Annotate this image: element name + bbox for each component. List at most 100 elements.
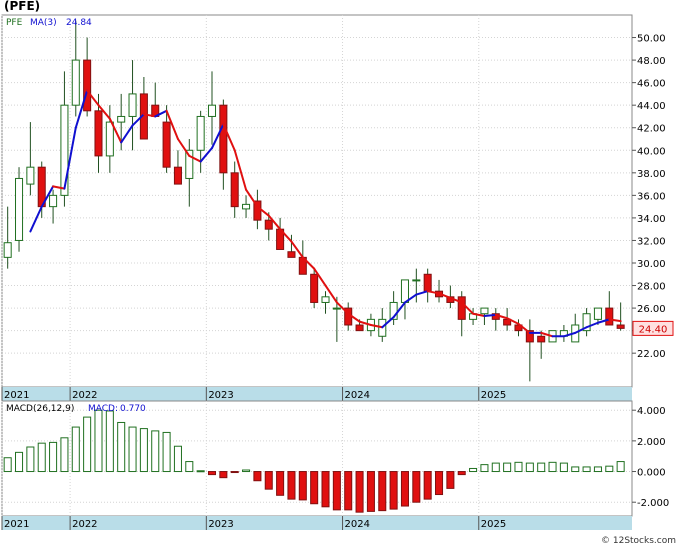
candle-body bbox=[332, 307, 341, 310]
macd-bar bbox=[321, 471, 330, 508]
macd-bar bbox=[378, 471, 387, 512]
candle-body bbox=[593, 307, 602, 320]
watermark: © 12Stocks.com bbox=[601, 536, 676, 546]
macd-bar bbox=[344, 471, 353, 511]
candle-body bbox=[71, 59, 80, 106]
price-x-tick-label: 2025 bbox=[481, 390, 506, 401]
candle-body bbox=[457, 296, 466, 320]
candle-body bbox=[60, 104, 69, 196]
price-y-tick-label: 22.00 bbox=[637, 349, 666, 360]
price-plot-frame bbox=[1, 14, 633, 388]
macd-title: MACD(26,12,9) bbox=[6, 404, 74, 414]
macd-bar bbox=[242, 469, 251, 473]
candle-body bbox=[310, 273, 319, 303]
macd-bar bbox=[264, 471, 273, 490]
macd-bar bbox=[162, 431, 171, 473]
candle-body bbox=[105, 121, 114, 157]
macd-bar bbox=[446, 471, 455, 489]
macd-bar bbox=[60, 437, 69, 473]
chart-title: (PFE) bbox=[4, 0, 40, 13]
candle-body bbox=[400, 279, 409, 303]
macd-x-tick-label: 2022 bbox=[72, 519, 97, 530]
stock-chart-widget: 22.0024.0026.0028.0030.0032.0034.0036.00… bbox=[0, 0, 680, 546]
candle-body bbox=[94, 110, 103, 157]
macd-y-tick-label: 4.000 bbox=[637, 406, 666, 417]
macd-bar bbox=[128, 426, 137, 473]
macd-bar bbox=[605, 465, 614, 473]
candle-body bbox=[83, 59, 92, 112]
macd-bar bbox=[389, 471, 398, 510]
candle-body bbox=[287, 251, 296, 258]
price-y-tick-label: 34.00 bbox=[637, 214, 666, 225]
candle-body bbox=[355, 324, 364, 332]
macd-bar bbox=[276, 471, 285, 496]
macd-bar bbox=[15, 451, 24, 473]
legend-ma-value: 24.84 bbox=[66, 18, 92, 28]
price-y-tick-label: 42.00 bbox=[637, 124, 666, 135]
macd-bar bbox=[616, 461, 625, 473]
macd-bar bbox=[400, 471, 409, 507]
macd-bar bbox=[310, 471, 319, 505]
macd-bar bbox=[26, 446, 35, 473]
macd-bar bbox=[219, 471, 228, 479]
macd-bar bbox=[548, 461, 557, 473]
candle-body bbox=[49, 194, 58, 208]
legend-ma-label: MA(3) bbox=[30, 18, 57, 28]
macd-bar bbox=[412, 471, 421, 503]
candle-body bbox=[616, 324, 625, 329]
macd-bar bbox=[423, 471, 432, 500]
macd-bar bbox=[332, 471, 341, 511]
macd-bar bbox=[207, 471, 217, 476]
price-y-tick-label: 30.00 bbox=[637, 259, 666, 270]
candle-body bbox=[15, 177, 24, 241]
candle-body bbox=[196, 115, 205, 151]
macd-y-tick-label: -2.000 bbox=[637, 498, 669, 509]
macd-bar bbox=[503, 462, 512, 473]
macd-x-tick-label: 2021 bbox=[4, 519, 29, 530]
price-x-tick-label: 2024 bbox=[345, 390, 370, 401]
price-x-tick-label: 2021 bbox=[4, 390, 29, 401]
price-x-tick-label: 2022 bbox=[72, 390, 97, 401]
macd-bar bbox=[173, 445, 182, 473]
macd-bar bbox=[151, 430, 160, 473]
macd-y-tick-label: 2.000 bbox=[637, 437, 666, 448]
macd-bar bbox=[37, 442, 46, 473]
candle-body bbox=[605, 307, 614, 326]
macd-bar bbox=[117, 421, 126, 473]
candle-body bbox=[480, 307, 489, 315]
candle-body bbox=[537, 335, 546, 343]
price-panel: 22.0024.0026.0028.0030.0032.0034.0036.00… bbox=[1, 0, 674, 401]
price-y-tick-label: 28.00 bbox=[637, 282, 666, 293]
macd-bar bbox=[71, 426, 80, 473]
price-y-tick-label: 32.00 bbox=[637, 236, 666, 247]
candle-body bbox=[26, 166, 35, 185]
macd-bar bbox=[253, 471, 262, 482]
candle-body bbox=[117, 115, 126, 123]
macd-bar bbox=[94, 409, 103, 473]
macd-value-label: MACD: bbox=[88, 404, 118, 414]
macd-bar bbox=[559, 462, 568, 473]
price-y-tick-label: 44.00 bbox=[637, 101, 666, 112]
ma-segment bbox=[483, 313, 497, 317]
macd-bar bbox=[49, 441, 58, 473]
candle-body bbox=[207, 104, 217, 117]
candle-body bbox=[242, 203, 251, 210]
candle-body bbox=[173, 166, 182, 185]
price-y-tick-label: 26.00 bbox=[637, 304, 666, 315]
macd-bar bbox=[298, 471, 307, 501]
candle-body bbox=[230, 172, 239, 208]
macd-value: 0.770 bbox=[120, 404, 146, 414]
candle-body bbox=[412, 279, 421, 282]
price-y-tick-label: 46.00 bbox=[637, 79, 666, 90]
macd-bar bbox=[514, 461, 523, 473]
price-y-tick-label: 38.00 bbox=[637, 169, 666, 180]
macd-bar bbox=[457, 471, 466, 476]
price-y-tick-label: 36.00 bbox=[637, 191, 666, 202]
candle-body bbox=[3, 242, 12, 258]
price-y-tick-label: 40.00 bbox=[637, 146, 666, 157]
macd-bar bbox=[230, 471, 239, 474]
macd-bar bbox=[366, 471, 375, 512]
macd-x-tick-label: 2023 bbox=[208, 519, 233, 530]
chart-canvas: 22.0024.0026.0028.0030.0032.0034.0036.00… bbox=[1, 0, 676, 546]
macd-x-tick-label: 2025 bbox=[481, 519, 506, 530]
